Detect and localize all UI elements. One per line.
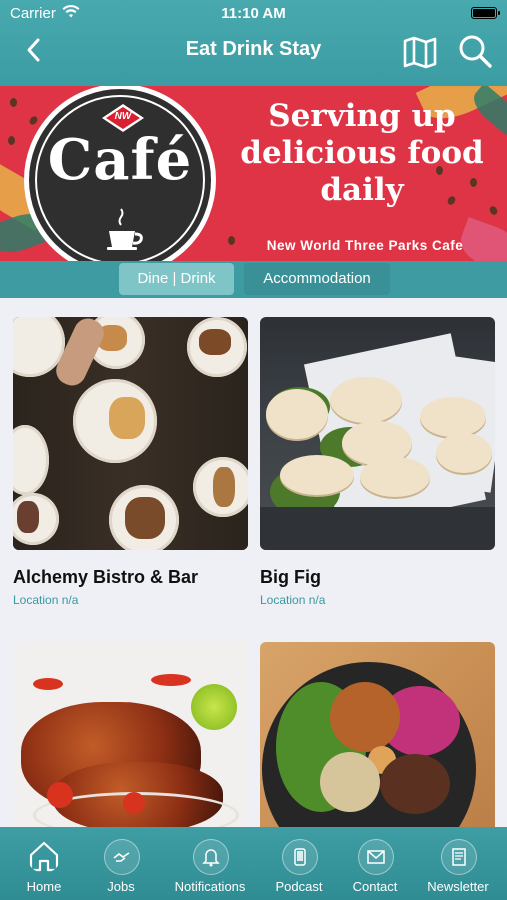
banner-headline-line2: delicious food [240, 135, 484, 171]
listing-photo [260, 317, 495, 550]
navigation-bar: Eat Drink Stay [0, 28, 507, 74]
tab-label: Podcast [275, 879, 323, 894]
tab-accommodation[interactable]: Accommodation [244, 263, 390, 295]
tab-contact[interactable]: Contact [344, 827, 406, 900]
mail-icon [358, 839, 394, 875]
tab-label: Notifications [174, 879, 246, 894]
tab-label: Jobs [107, 879, 135, 894]
bottom-tab-bar: Home Jobs Notifications Podcast Contact … [0, 827, 507, 900]
nw-badge-text: NW [114, 111, 132, 122]
tab-newsletter[interactable]: Newsletter [418, 827, 498, 900]
banner-headline-line1: Serving up [268, 98, 456, 134]
promo-banner[interactable]: NW Café Serving up delicious food daily … [0, 86, 507, 261]
bell-icon [193, 839, 229, 875]
banner-subline: New World Three Parks Cafe [266, 238, 464, 253]
handshake-icon [104, 839, 140, 875]
status-bar: Carrier 11:10 AM [0, 0, 507, 28]
listing-location: Location n/a [260, 593, 326, 607]
tab-podcast[interactable]: Podcast [268, 827, 330, 900]
cafe-logo: NW Café [24, 86, 216, 261]
listing-name: Big Fig [260, 567, 321, 587]
banner-headline-line3: daily [320, 172, 404, 208]
newsletter-icon [441, 839, 477, 875]
tab-label: Contact [352, 879, 398, 894]
banner-headline: Serving up delicious food daily [222, 98, 502, 209]
tab-label: Newsletter [427, 879, 489, 894]
tab-label: Home [26, 879, 62, 894]
tab-jobs[interactable]: Jobs [91, 827, 151, 900]
coffee-bean [27, 114, 40, 127]
listing-location: Location n/a [13, 593, 79, 607]
tab-dine-drink[interactable]: Dine | Drink [119, 263, 234, 295]
app-header: Carrier 11:10 AM Eat Drink Stay [0, 0, 507, 86]
tab-home[interactable]: Home [14, 827, 74, 900]
phone-icon [282, 839, 318, 875]
coffee-bean [10, 98, 17, 107]
cafe-logo-word: Café [47, 127, 193, 193]
search-icon[interactable] [456, 32, 494, 70]
category-tabs: Dine | Drink Accommodation [0, 261, 507, 298]
coffee-bean [8, 136, 15, 145]
listing-photo [13, 317, 248, 550]
clock: 11:10 AM [221, 5, 286, 22]
tab-notifications[interactable]: Notifications [164, 827, 256, 900]
map-icon[interactable] [402, 34, 438, 70]
listing-name: Alchemy Bistro & Bar [13, 567, 199, 587]
home-icon [29, 841, 59, 872]
coffee-cup-icon [107, 208, 143, 250]
battery-icon [471, 7, 500, 19]
